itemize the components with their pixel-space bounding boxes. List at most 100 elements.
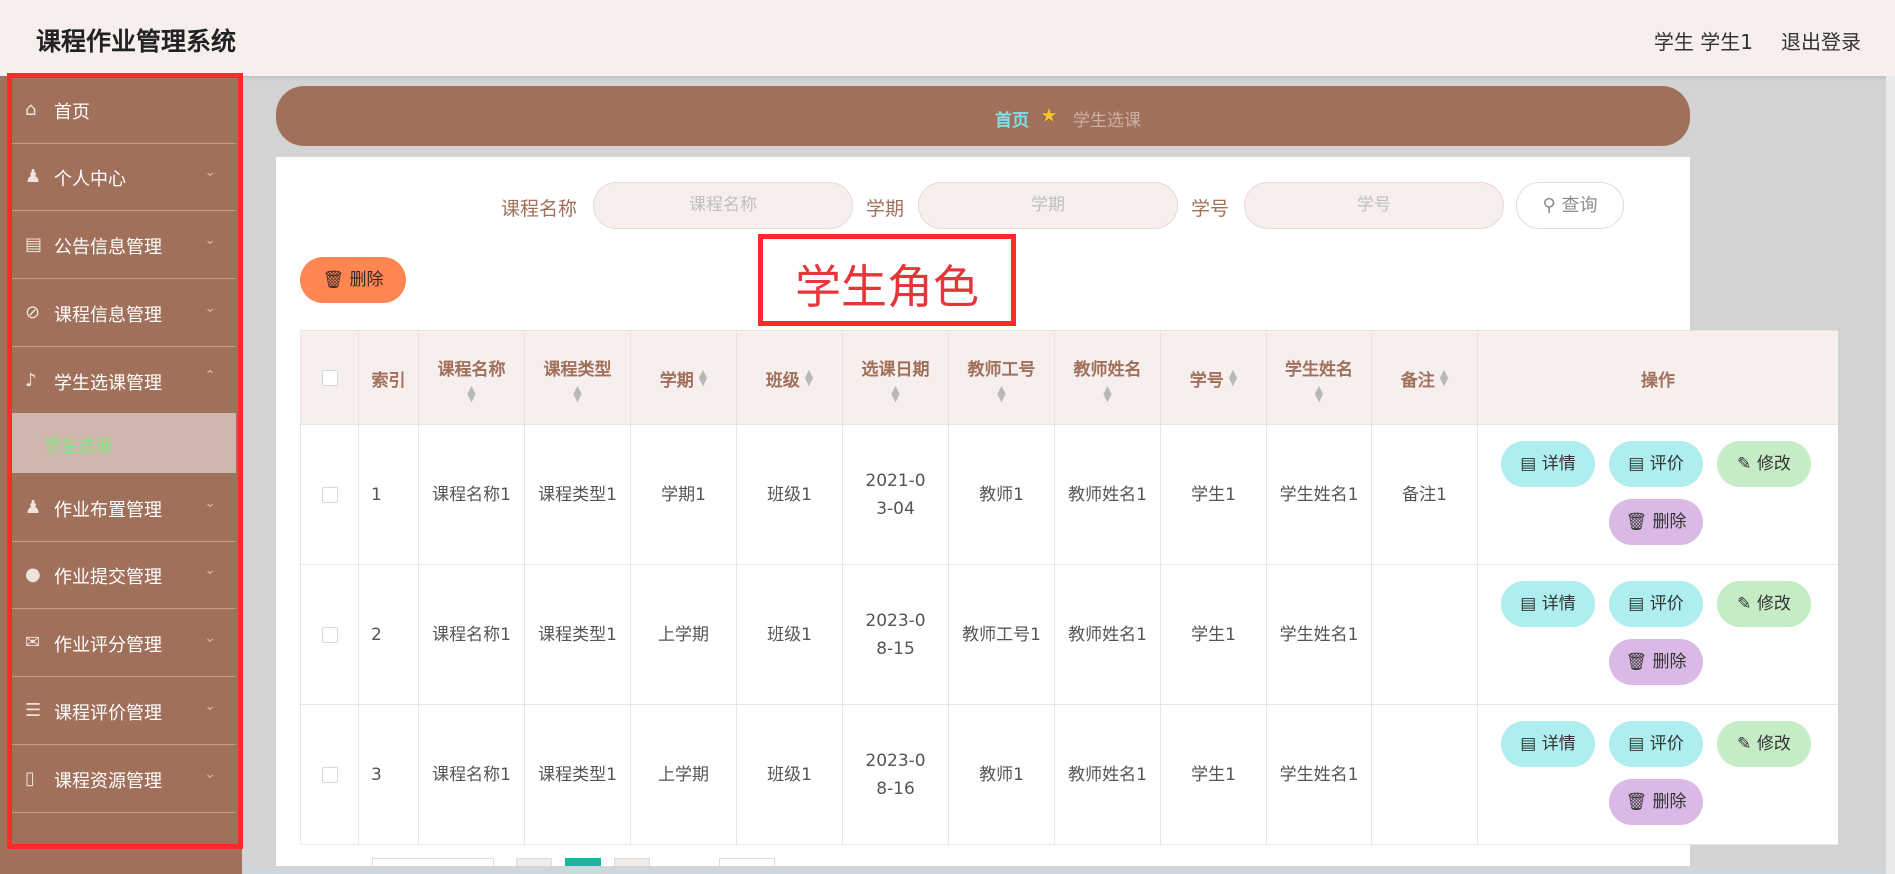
column-header[interactable]: 班级 ▲ ▼ [737, 331, 843, 425]
table-cell: 2023-08-15 [843, 565, 949, 705]
column-header[interactable]: 教师姓名 ▲ ▼ [1055, 331, 1161, 425]
role-annotation-text: 学生角色 [795, 260, 979, 314]
sidebar-item-3[interactable]: ⊘ 课程信息管理 ⌄ [12, 279, 236, 347]
edit-button[interactable]: ✎ 修改 [1717, 721, 1811, 767]
sidebar-item-4[interactable]: ♪ 学生选课管理 ⌃ [12, 347, 236, 415]
rate-button[interactable]: ▤ 评价 [1609, 581, 1703, 627]
table-cell: 学生1 [1161, 425, 1267, 565]
column-header[interactable]: 备注 ▲ ▼ [1372, 331, 1478, 425]
logout-link[interactable]: 退出登录 [1781, 26, 1861, 55]
course-name-input[interactable]: 课程名称 [593, 182, 853, 229]
table-cell: 2021-03-04 [843, 425, 949, 565]
breadcrumb-home[interactable]: 首页 [995, 106, 1029, 131]
sort-arrows-icon[interactable]: ▲ ▼ [997, 384, 1005, 403]
table-cell: 学生1 [1161, 565, 1267, 705]
sort-arrows-icon[interactable]: ▲ ▼ [891, 384, 899, 403]
detail-button[interactable]: ▤ 详情 [1501, 721, 1595, 767]
trash-icon: 🗑 [1625, 792, 1653, 812]
list-icon: ☰ [25, 700, 42, 721]
chevron-down-icon: ⌄ [204, 164, 216, 180]
sidebar-item-label: 课程信息管理 [54, 305, 162, 326]
sidebar-item-8[interactable]: ☰ 课程评价管理 ⌄ [12, 677, 236, 745]
cell-text: 学生1 [1191, 625, 1236, 645]
column-header[interactable]: 课程类型 ▲ ▼ [525, 331, 631, 425]
column-header[interactable]: 学期 ▲ ▼ [631, 331, 737, 425]
sidebar-item-7[interactable]: ✉ 作业评分管理 ⌄ [12, 609, 236, 677]
cell-text: 教师姓名1 [1068, 485, 1147, 505]
chevron-down-icon: ⌄ [204, 630, 216, 646]
column-header-label: 学生姓名 [1285, 359, 1353, 380]
rate-label: 评价 [1649, 734, 1684, 754]
cell-text: 教师姓名1 [1068, 625, 1147, 645]
detail-button[interactable]: ▤ 详情 [1501, 441, 1595, 487]
pencil-icon: ✎ [1737, 594, 1757, 614]
clipboard-icon: ▤ [25, 234, 43, 255]
cell-text: 2023-08-16 [865, 751, 926, 799]
delete-label: 删除 [1652, 652, 1687, 672]
column-header[interactable]: 课程名称 ▲ ▼ [419, 331, 525, 425]
detail-button[interactable]: ▤ 详情 [1501, 581, 1595, 627]
select-all-checkbox[interactable] [321, 370, 338, 386]
column-header[interactable]: 学生姓名 ▲ ▼ [1267, 331, 1372, 425]
delete-button[interactable]: 🗑 删除 [1609, 779, 1703, 825]
sidebar-item-9[interactable]: ▯ 课程资源管理 ⌄ [12, 745, 236, 813]
sidebar-subitem-student-course[interactable]: 学生选课 [12, 413, 236, 473]
chevron-down-icon: ⌄ [204, 698, 216, 714]
sort-arrows-icon[interactable]: ▲ ▼ [1229, 368, 1237, 387]
column-header[interactable]: 教师工号 ▲ ▼ [949, 331, 1055, 425]
student-no-input[interactable]: 学号 [1244, 182, 1504, 229]
column-header-label: 学号 [1189, 370, 1224, 391]
cell-text: 3 [371, 765, 382, 785]
term-input[interactable]: 学期 [918, 182, 1178, 229]
edit-button[interactable]: ✎ 修改 [1717, 581, 1811, 627]
trash-icon: 🗑 [1625, 652, 1653, 672]
row-checkbox[interactable] [321, 767, 338, 783]
phone-icon: ▯ [25, 768, 35, 789]
cell-text: 教师1 [979, 765, 1024, 785]
sort-arrows-icon[interactable]: ▲ ▼ [805, 368, 813, 387]
sort-arrows-icon[interactable]: ▲ ▼ [1315, 384, 1323, 403]
cell-text: 学期1 [661, 485, 706, 505]
table-cell: 班级1 [737, 705, 843, 845]
sort-arrows-icon[interactable]: ▲ ▼ [1103, 384, 1111, 403]
sidebar-item-2[interactable]: ▤ 公告信息管理 ⌄ [12, 211, 236, 279]
row-checkbox-cell [301, 425, 359, 565]
sort-arrows-icon[interactable]: ▲ ▼ [699, 368, 707, 387]
sort-arrows-icon[interactable]: ▲ ▼ [573, 384, 581, 403]
star-icon: ★ [1040, 103, 1058, 127]
column-header[interactable]: 学号 ▲ ▼ [1161, 331, 1267, 425]
rate-button[interactable]: ▤ 评价 [1609, 441, 1703, 487]
breadcrumb-current: 学生选课 [1073, 111, 1141, 131]
row-checkbox[interactable] [321, 627, 338, 643]
delete-button[interactable]: 🗑 删除 [1609, 639, 1703, 685]
chevron-down-icon: ⌄ [204, 562, 216, 578]
edit-button[interactable]: ✎ 修改 [1717, 441, 1811, 487]
table-cell: 课程类型1 [525, 425, 631, 565]
sidebar-item-5[interactable]: ♟ 作业布置管理 ⌄ [12, 474, 236, 542]
scrollbar[interactable] [1886, 76, 1895, 874]
sort-arrows-icon[interactable]: ▲ ▼ [467, 384, 475, 403]
sidebar-item-1[interactable]: ♟ 个人中心 ⌄ [12, 143, 236, 211]
delete-button[interactable]: 🗑 删除 [1609, 499, 1703, 545]
person-stand-icon: ♟ [25, 497, 42, 518]
row-checkbox-cell [301, 705, 359, 845]
sort-arrows-icon[interactable]: ▲ ▼ [1440, 368, 1448, 387]
document-icon: ▤ [1628, 454, 1650, 474]
batch-delete-button[interactable]: 🗑 删除 [300, 257, 406, 303]
query-button[interactable]: ⚲ 查询 [1516, 182, 1624, 229]
sidebar-item-6[interactable]: ● 作业提交管理 ⌄ [12, 541, 236, 609]
sidebar-item-0[interactable]: ⌂ 首页 [12, 76, 236, 144]
table-cell: 学生姓名1 [1267, 705, 1372, 845]
column-header[interactable]: 选课日期 ▲ ▼ [843, 331, 949, 425]
row-checkbox[interactable] [321, 487, 338, 503]
detail-label: 详情 [1541, 454, 1576, 474]
rate-button[interactable]: ▤ 评价 [1609, 721, 1703, 767]
column-header-label: 教师姓名 [1073, 359, 1142, 380]
table-cell: 教师姓名1 [1055, 705, 1161, 845]
table-row: 2 课程名称1 课程类型1 上学期 班级1 2023-08-15 教师工号1 教师姓名1 学生1… [301, 565, 1838, 705]
rate-label: 评价 [1649, 454, 1684, 474]
edit-label: 修改 [1756, 594, 1791, 614]
table-cell: 教师姓名1 [1055, 565, 1161, 705]
cell-text: 班级1 [767, 765, 812, 785]
table-cell: 上学期 [631, 565, 737, 705]
